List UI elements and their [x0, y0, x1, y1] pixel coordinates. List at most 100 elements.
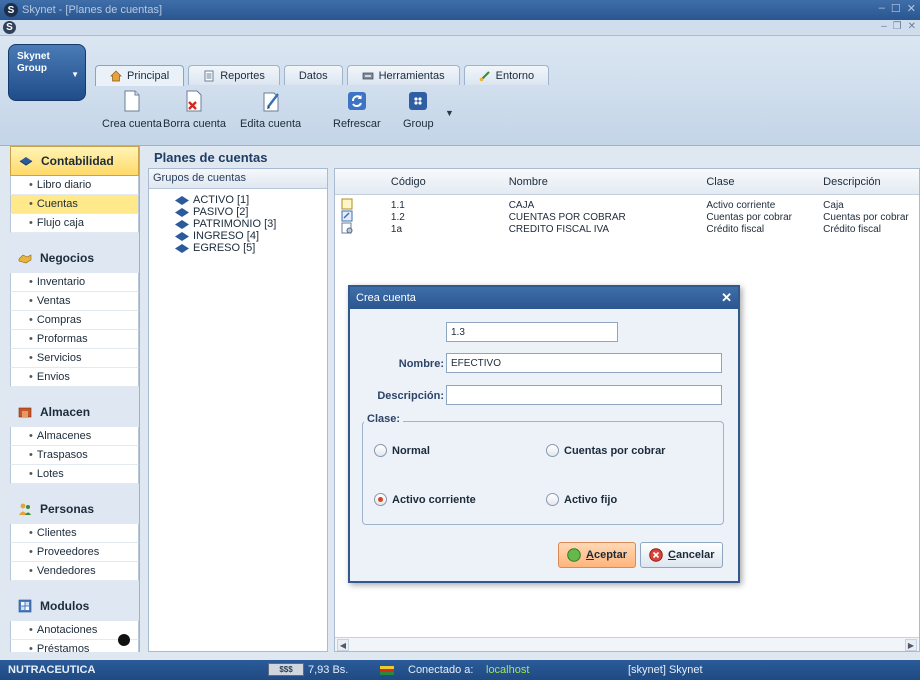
crea-cuenta-button[interactable]: Crea cuenta [102, 90, 162, 130]
skynet-logo-icon: S [4, 3, 18, 17]
edita-cuenta-button[interactable]: Edita cuenta [240, 90, 301, 130]
sidebar-group-modulos[interactable]: Modulos [10, 591, 139, 621]
tax-document-icon [341, 222, 353, 233]
sidebar-item-compras[interactable]: Compras [10, 311, 139, 330]
sidebar-item-libro-diario[interactable]: Libro diario [10, 176, 139, 195]
tree-item-label: EGRESO [5] [193, 242, 256, 254]
sidebar-item-servicios[interactable]: Servicios [10, 349, 139, 368]
sidebar-group-label: Modulos [40, 599, 90, 613]
table-row[interactable]: 1.2 CUENTAS POR COBRAR Cuentas por cobra… [335, 210, 919, 223]
scroll-right-icon[interactable]: ▶ [905, 639, 917, 651]
cell-descripcion: Cuentas por cobrar [823, 211, 909, 223]
sidebar-item-label: Préstamos [36, 643, 90, 652]
sidebar-item-label: Almacenes [36, 430, 92, 442]
sidebar-item-cuentas[interactable]: Cuentas [10, 195, 139, 214]
tree-item[interactable]: EGRESO [5] [175, 242, 327, 254]
tree-item[interactable]: INGRESO [4] [175, 230, 327, 242]
refrescar-button[interactable]: Refrescar [333, 90, 381, 130]
crea-cuenta-dialog: Crea cuenta ✕ Código: Nombre: Descripció… [348, 285, 740, 583]
tab-label: Datos [298, 69, 328, 82]
people-icon [19, 503, 31, 515]
sidebar-group-personas[interactable]: Personas [10, 494, 139, 524]
group-button[interactable]: Group [403, 90, 434, 130]
radio-label: Activo fijo [564, 493, 618, 506]
column-header-descripcion[interactable]: Descripción [819, 176, 919, 188]
table-row[interactable]: 1a CREDITO FISCAL IVA Crédito fiscal Cré… [335, 222, 919, 235]
group-dropdown-icon[interactable]: ▼ [445, 108, 454, 118]
brush-icon [479, 70, 490, 81]
cell-clase: Activo corriente [706, 199, 776, 211]
sidebar-item-label: Compras [36, 314, 82, 326]
sidebar-item-almacenes[interactable]: Almacenes [10, 427, 139, 446]
close-icon[interactable]: ✕ [907, 2, 916, 15]
codigo-field[interactable] [446, 322, 618, 342]
borra-cuenta-label: Borra cuenta [163, 118, 226, 130]
sidebar-item-label: Anotaciones [36, 624, 98, 636]
column-header-codigo[interactable]: Código [387, 176, 505, 188]
radio-label: Normal [392, 444, 430, 457]
mdi-minimize-icon[interactable]: – [881, 21, 887, 32]
sidebar-group-almacen[interactable]: Almacen [10, 397, 139, 427]
book-icon [175, 219, 189, 229]
receivable-icon [341, 210, 353, 221]
borra-cuenta-button[interactable]: Borra cuenta [163, 90, 226, 130]
sidebar-group-label: Contabilidad [41, 154, 114, 168]
descripcion-field[interactable] [446, 385, 722, 405]
horizontal-scrollbar[interactable]: ◀ ▶ [335, 637, 919, 651]
radio-activo-fijo[interactable]: Activo fijo [546, 493, 617, 506]
sidebar-item-ventas[interactable]: Ventas [10, 292, 139, 311]
book-icon [175, 231, 189, 241]
aceptar-button[interactable]: Aceptar [558, 542, 636, 568]
tab-entorno[interactable]: Entorno [463, 65, 550, 85]
scroll-handle[interactable] [118, 634, 130, 646]
sidebar-item-inventario[interactable]: Inventario [10, 273, 139, 292]
sidebar-item-proveedores[interactable]: Proveedores [10, 543, 139, 562]
sidebar-item-proformas[interactable]: Proformas [10, 330, 139, 349]
maximize-icon[interactable]: ☐ [891, 2, 901, 15]
mdi-restore-icon[interactable]: ❐ [893, 21, 902, 32]
sidebar-item-vendedores[interactable]: Vendedores [10, 562, 139, 581]
tab-herramientas[interactable]: Herramientas [346, 65, 460, 85]
sidebar-item-lotes[interactable]: Lotes [10, 465, 139, 484]
tab-principal[interactable]: Principal [95, 65, 185, 86]
sidebar-item-traspasos[interactable]: Traspasos [10, 446, 139, 465]
mdi-app-icon[interactable]: S [3, 21, 16, 34]
radio-normal[interactable]: Normal [374, 444, 430, 457]
sidebar-item-flujo-caja[interactable]: Flujo caja [10, 214, 139, 233]
sidebar-item-envios[interactable]: Envios [10, 368, 139, 387]
sidebar-group-negocios[interactable]: Negocios [10, 243, 139, 273]
radio-activo-corriente[interactable]: Activo corriente [374, 493, 476, 506]
sidebar-item-clientes[interactable]: Clientes [10, 524, 139, 543]
modules-icon [18, 599, 32, 613]
column-header-clase[interactable]: Clase [702, 176, 819, 188]
sidebar-group-contabilidad[interactable]: Contabilidad [10, 146, 139, 176]
tree-item-label: PATRIMONIO [3] [193, 218, 277, 230]
sidebar-item-label: Inventario [36, 276, 86, 288]
tab-reportes[interactable]: Reportes [188, 65, 280, 85]
app-menu-button[interactable]: Skynet Group ▼ [8, 44, 86, 101]
tree-item[interactable]: ACTIVO [1] [175, 194, 327, 206]
edit-document-icon [263, 92, 279, 112]
table-row[interactable]: 1.1 CAJA Activo corriente Caja [335, 198, 919, 211]
cell-nombre: CREDITO FISCAL IVA [508, 223, 610, 235]
group-label: Group [403, 118, 434, 130]
radio-cuentas-por-cobrar[interactable]: Cuentas por cobrar [546, 444, 665, 457]
dialog-close-icon[interactable]: ✕ [721, 290, 732, 306]
column-header-nombre[interactable]: Nombre [505, 176, 703, 188]
scroll-left-icon[interactable]: ◀ [337, 639, 349, 651]
sidebar-item-label: Clientes [36, 527, 77, 539]
tree-item[interactable]: PATRIMONIO [3] [175, 218, 327, 230]
sidebar: Contabilidad Libro diario Cuentas Flujo … [10, 146, 140, 652]
cancelar-button[interactable]: Cancelar [640, 542, 724, 568]
mdi-close-icon[interactable]: ✕ [908, 21, 916, 32]
company-name: NUTRACEUTICA [8, 664, 96, 676]
nombre-field[interactable] [446, 353, 722, 373]
tab-datos[interactable]: Datos [283, 65, 343, 85]
sidebar-item-label: Ventas [36, 295, 71, 307]
minimize-icon[interactable]: – [879, 2, 885, 15]
folder-icon [341, 198, 353, 209]
tab-label: Entorno [495, 69, 535, 82]
mdi-controls: – ❐ ✕ [881, 21, 916, 32]
refrescar-label: Refrescar [333, 118, 381, 130]
tree-item[interactable]: PASIVO [2] [175, 206, 327, 218]
